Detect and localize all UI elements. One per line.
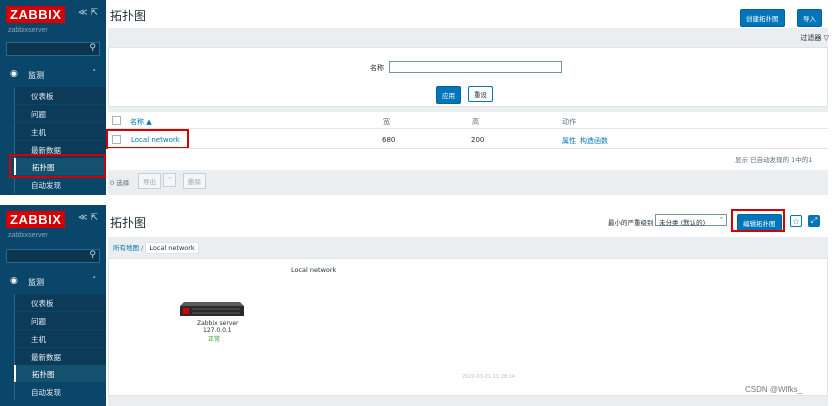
filter-tab-label: 过滤器 — [800, 34, 822, 42]
server-name: zabbixserver — [8, 232, 48, 239]
column-header-width: 宽 — [383, 118, 390, 126]
map-title: Local network — [291, 266, 337, 274]
host-status: 正常 — [208, 336, 221, 343]
filter-icon: ▽ — [823, 34, 829, 42]
zabbix-logo[interactable]: ZABBIX — [6, 6, 66, 23]
create-map-button[interactable]: 创建拓扑图 — [740, 9, 785, 27]
zabbix-logo[interactable]: ZABBIX — [6, 211, 66, 228]
chevron-down-icon: ˅ — [719, 216, 723, 224]
table-summary: 显示 已自动发现的 1中的1 — [735, 156, 813, 164]
reset-button[interactable]: 重设 — [468, 86, 493, 102]
breadcrumb-separator: / — [141, 244, 144, 252]
filter-name-label: 名称 — [370, 64, 384, 72]
eye-icon: ◉ — [10, 276, 18, 286]
page-title: 拓扑图 — [110, 9, 147, 23]
server-name: zabbixserver — [8, 27, 48, 34]
maps-table — [108, 112, 828, 170]
sidebar-item-hosts[interactable]: 主机 — [14, 330, 106, 347]
import-button[interactable]: 导入 — [797, 9, 822, 27]
sidebar-search-input[interactable]: ⚲ — [6, 249, 100, 263]
breadcrumb-current: Local network — [145, 242, 199, 254]
delete-button[interactable]: 删除 — [183, 173, 206, 189]
chevron-up-icon: ˄ — [92, 69, 97, 77]
host-ip: 127.0.0.1 — [203, 327, 232, 334]
export-button[interactable]: 导出 — [138, 173, 161, 189]
properties-link[interactable]: 属性 — [562, 136, 576, 146]
sidebar-item-dashboard[interactable]: 仪表板 — [14, 87, 106, 104]
star-icon[interactable]: ☆ — [790, 215, 802, 227]
sidebar-item-maps[interactable]: 拓扑图 — [14, 365, 106, 382]
search-icon[interactable]: ⚲ — [89, 250, 96, 260]
breadcrumb: 所有地图 / Local network — [113, 242, 199, 254]
breadcrumb-all-maps[interactable]: 所有地图 — [113, 244, 139, 252]
sidebar-section-label: 监测 — [28, 278, 44, 287]
collapse-icon[interactable]: ≪ ⇱ — [78, 213, 98, 223]
host-name: Zabbix server — [197, 320, 239, 327]
filter-name-input[interactable] — [389, 61, 562, 73]
fullscreen-icon[interactable]: ⤢ — [808, 215, 820, 227]
chevron-up-icon: ˄ — [92, 276, 97, 284]
map-width-cell: 680 — [382, 136, 396, 144]
sidebar-item-problems[interactable]: 问题 — [14, 105, 106, 122]
sidebar-item-problems[interactable]: 问题 — [14, 312, 106, 329]
export-dropdown-button[interactable]: ˅ — [163, 173, 177, 187]
sidebar-section-monitoring[interactable]: ◉ 监测 ˄ — [0, 273, 106, 291]
highlight-edit-button — [731, 209, 785, 232]
watermark: CSDN @Wlfks_ — [745, 385, 803, 394]
collapse-icon[interactable]: ≪ ⇱ — [78, 8, 98, 18]
selected-count: 0 选择 — [110, 179, 130, 187]
apply-button[interactable]: 应用 — [436, 86, 461, 104]
map-timestamp: 2022-03-21 11:28:14 — [462, 374, 516, 380]
sidebar-item-discovery[interactable]: 自动发现 — [14, 383, 106, 400]
select-all-checkbox[interactable] — [112, 116, 121, 125]
sidebar-item-dashboard[interactable]: 仪表板 — [14, 294, 106, 311]
bottom-panel: ZABBIX ≪ ⇱ zabbixserver ⚲ ◉ 监测 ˄ 仪表板 问题 … — [0, 205, 839, 406]
filter-tab[interactable]: 过滤器 ▽ — [800, 33, 829, 43]
severity-select[interactable]: 未分类 (默认的) ˅ — [655, 214, 727, 227]
column-header-name[interactable]: 名称 ▲ — [130, 117, 152, 127]
server-icon[interactable] — [180, 298, 244, 322]
sidebar-section-monitoring[interactable]: ◉ 监测 ˄ — [0, 66, 106, 84]
sidebar-bottom: ZABBIX ≪ ⇱ zabbixserver ⚲ ◉ 监测 ˄ 仪表板 问题 … — [0, 205, 106, 406]
row-divider — [108, 148, 828, 149]
table-footer — [108, 170, 828, 192]
sidebar-item-discovery[interactable]: 自动发现 — [14, 176, 106, 193]
highlight-maps-menu — [9, 154, 106, 178]
column-header-actions: 动作 — [562, 118, 576, 126]
highlight-map-link — [106, 129, 189, 149]
sidebar-item-latest-data[interactable]: 最新数据 — [14, 348, 106, 365]
severity-select-value: 未分类 (默认的) — [659, 219, 706, 227]
constructor-link[interactable]: 构造函数 — [580, 136, 608, 146]
top-panel: ZABBIX ≪ ⇱ zabbixserver ⚲ ◉ 监测 ˄ 仪表板 问题 … — [0, 0, 839, 195]
sidebar-search-input[interactable]: ⚲ — [6, 42, 100, 56]
map-height-cell: 200 — [471, 136, 485, 144]
column-header-height: 高 — [472, 118, 479, 126]
eye-icon: ◉ — [10, 69, 18, 79]
page-title: 拓扑图 — [110, 216, 147, 230]
header-divider — [108, 128, 828, 129]
sidebar-section-label: 监测 — [28, 71, 44, 80]
search-icon[interactable]: ⚲ — [89, 43, 96, 53]
severity-label: 最小的严重级别 — [608, 219, 654, 227]
sidebar-item-hosts[interactable]: 主机 — [14, 123, 106, 140]
